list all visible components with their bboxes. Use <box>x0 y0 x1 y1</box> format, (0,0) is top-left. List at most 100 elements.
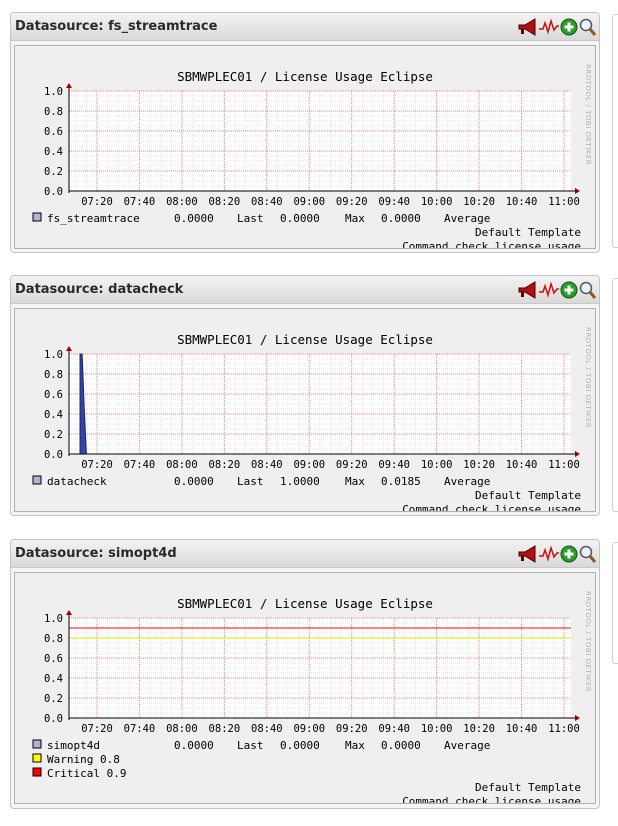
y-tick-label: 1.0 <box>44 86 63 98</box>
y-tick-label: 0.6 <box>44 389 63 401</box>
y-tick-label: 0.2 <box>44 693 63 705</box>
plot-area: 0.0 0.2 0.4 0.6 0.8 1.0 07:20 07:40 08:00 08:20 08… <box>44 610 580 735</box>
legend-label-max: Max <box>345 212 365 225</box>
panel-title: Datasource: simopt4d <box>15 546 177 561</box>
scrollbar-edge[interactable] <box>612 278 618 512</box>
x-axis-arrow <box>575 715 580 721</box>
graph-image[interactable]: 0.0 0.2 0.4 0.6 0.8 1.0 07:20 07:40 08:00 08:20 08… <box>14 45 596 249</box>
legend-label: Warning 0.8 <box>47 753 120 766</box>
y-axis-arrow <box>66 346 72 351</box>
x-tick-label: 09:40 <box>378 196 410 208</box>
datasource-panel-fs-streamtrace: Datasource: fs_streamtrace 0.0 0.2 0.4 0… <box>10 12 600 253</box>
legend-swatch <box>32 739 42 749</box>
x-tick-label: 08:40 <box>251 459 283 471</box>
legend-value-max: 1.0000 <box>280 475 320 488</box>
x-tick-label: 08:40 <box>251 723 283 735</box>
y-tick-label: 0.8 <box>44 369 63 381</box>
y-tick-label: 1.0 <box>44 613 63 625</box>
x-tick-label: 07:20 <box>81 196 113 208</box>
x-tick-label: 10:00 <box>421 459 453 471</box>
scrollbar-edge[interactable] <box>612 14 618 248</box>
x-axis-arrow <box>575 188 580 194</box>
x-tick-label: 10:20 <box>463 459 495 471</box>
plot-area: 0.0 0.2 0.4 0.6 0.8 1.0 07:20 07:40 08:00 08:20 08… <box>44 346 580 471</box>
add-icon[interactable] <box>560 281 578 299</box>
datasource-panel-datacheck: Datasource: datacheck 0.0 0.2 0.4 0.6 0.… <box>10 275 600 516</box>
command-line: Command check_license_usage <box>402 795 581 803</box>
x-tick-label: 09:00 <box>293 723 325 735</box>
panel-toolbar <box>517 17 597 37</box>
y-tick-label: 0.8 <box>44 633 63 645</box>
legend-value-last: 0.0000 <box>174 739 214 752</box>
graph-title: SBMWPLEC01 / License Usage Eclipse <box>177 332 433 347</box>
y-tick-label: 0.4 <box>44 673 63 685</box>
y-tick-label: 0.0 <box>44 449 63 461</box>
zoom-icon[interactable] <box>579 18 597 36</box>
legend-average: 0.0185 <box>381 475 421 488</box>
x-tick-label: 08:20 <box>209 196 241 208</box>
legend-label: Critical 0.9 <box>47 767 126 780</box>
template-line: Default Template <box>475 489 581 502</box>
x-tick-label: 09:20 <box>336 459 368 471</box>
add-icon[interactable] <box>560 545 578 563</box>
panel-header: Datasource: fs_streamtrace <box>11 13 599 41</box>
graph-line-icon[interactable] <box>539 281 559 298</box>
x-tick-label: 09:00 <box>293 196 325 208</box>
template-line: Default Template <box>475 781 581 794</box>
panel-toolbar <box>517 280 597 300</box>
legend-label: datacheck <box>47 475 107 488</box>
y-tick-label: 0.4 <box>44 409 63 421</box>
graph-image[interactable]: 0.0 0.2 0.4 0.6 0.8 1.0 07:20 07:40 08:00 08:20 08… <box>14 572 596 804</box>
x-tick-label: 10:40 <box>506 723 538 735</box>
legend-swatch <box>32 753 42 763</box>
legend-value-max: 0.0000 <box>280 739 320 752</box>
rrdtool-watermark: RRDTOOL / TOBI OETIKER <box>584 64 592 165</box>
panel-header: Datasource: datacheck <box>11 276 599 304</box>
add-icon[interactable] <box>560 18 578 36</box>
legend-label-average: Average <box>444 475 490 488</box>
x-tick-label: 08:20 <box>209 723 241 735</box>
legend-value-last: 0.0000 <box>174 475 214 488</box>
graph-line-icon[interactable] <box>539 18 559 35</box>
x-tick-label: 08:00 <box>166 459 198 471</box>
panel-header: Datasource: simopt4d <box>11 540 599 568</box>
x-tick-label: 10:40 <box>506 459 538 471</box>
legend-value-max: 0.0000 <box>280 212 320 225</box>
megaphone-icon[interactable] <box>518 281 536 299</box>
zoom-icon[interactable] <box>579 281 597 299</box>
legend-swatch <box>32 212 42 222</box>
x-tick-label: 11:00 <box>548 196 580 208</box>
x-tick-label: 10:00 <box>421 196 453 208</box>
y-tick-label: 0.0 <box>44 713 63 725</box>
y-axis-arrow <box>66 83 72 88</box>
legend-average: Average <box>444 212 490 225</box>
x-axis-arrow <box>575 451 580 457</box>
y-tick-label: 0.2 <box>44 429 63 441</box>
legend-value-last: 0.0000 <box>174 212 214 225</box>
rrdtool-watermark: RRDTOOL / TOBI OETIKER <box>584 591 592 692</box>
x-tick-label: 09:00 <box>293 459 325 471</box>
x-tick-label: 10:20 <box>463 723 495 735</box>
y-tick-label: 0.4 <box>44 146 63 158</box>
x-tick-label: 10:20 <box>463 196 495 208</box>
legend-label-max: Max <box>345 739 365 752</box>
x-tick-label: 09:40 <box>378 723 410 735</box>
x-tick-label: 09:20 <box>336 196 368 208</box>
scrollbar-edge[interactable] <box>612 542 618 664</box>
command-line: Command check_license_usage <box>402 240 581 248</box>
graph-title: SBMWPLEC01 / License Usage Eclipse <box>177 69 433 84</box>
plot-area: 0.0 0.2 0.4 0.6 0.8 1.0 07:20 07:40 08:00 08:20 08… <box>44 83 580 208</box>
graph-line-icon[interactable] <box>539 545 559 562</box>
datasource-panel-simopt4d: Datasource: simopt4d 0.0 0.2 0.4 0.6 0.8… <box>10 539 600 809</box>
x-tick-label: 08:40 <box>251 196 283 208</box>
y-tick-label: 0.6 <box>44 126 63 138</box>
x-tick-label: 10:00 <box>421 723 453 735</box>
megaphone-icon[interactable] <box>518 545 536 563</box>
legend-label: simopt4d <box>47 739 100 752</box>
x-tick-label: 09:40 <box>378 459 410 471</box>
y-axis-arrow <box>66 610 72 615</box>
zoom-icon[interactable] <box>579 545 597 563</box>
panel-title: Datasource: datacheck <box>15 282 184 297</box>
graph-image[interactable]: 0.0 0.2 0.4 0.6 0.8 1.0 07:20 07:40 08:00 08:20 08… <box>14 308 596 512</box>
megaphone-icon[interactable] <box>518 18 536 36</box>
